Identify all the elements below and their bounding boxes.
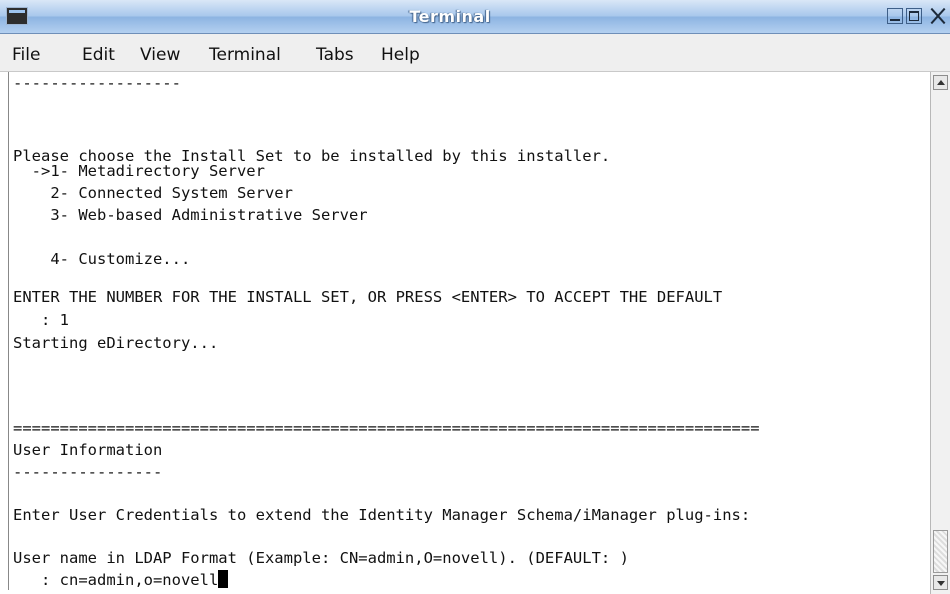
scroll-thumb[interactable] — [933, 530, 948, 573]
terminal-line: : 1 — [13, 311, 69, 329]
menu-file[interactable]: File — [12, 45, 40, 65]
menu-help[interactable]: Help — [381, 45, 420, 65]
terminal-line: User Information — [13, 441, 163, 459]
terminal-line: Enter User Credentials to extend the Ide… — [13, 506, 751, 524]
terminal-line: 2- Connected System Server — [13, 184, 293, 202]
close-icon[interactable] — [926, 7, 950, 25]
scroll-down-arrow-icon[interactable] — [933, 575, 948, 590]
terminal-line: ->1- Metadirectory Server — [13, 162, 265, 180]
vertical-scrollbar[interactable] — [930, 72, 950, 594]
terminal-line: User name in LDAP Format (Example: CN=ad… — [13, 549, 629, 567]
window-title: Terminal — [409, 7, 491, 26]
terminal-line: ---------------- — [13, 463, 163, 481]
terminal-line: ENTER THE NUMBER FOR THE INSTALL SET, OR… — [13, 288, 723, 306]
terminal-line: 3- Web-based Administrative Server — [13, 206, 368, 224]
menu-bar: File Edit View Terminal Tabs Help — [0, 34, 950, 72]
scroll-up-arrow-icon[interactable] — [933, 75, 948, 90]
terminal-line: ------------------ — [13, 74, 181, 92]
menu-tabs[interactable]: Tabs — [316, 45, 354, 65]
minimize-icon[interactable] — [887, 8, 903, 24]
maximize-icon[interactable] — [906, 8, 922, 24]
text-cursor — [218, 570, 229, 588]
terminal-line: 4- Customize... — [13, 250, 191, 268]
terminal-input-line[interactable]: : cn=admin,o=novell — [13, 569, 229, 590]
terminal-line: Starting eDirectory... — [13, 334, 219, 352]
terminal-output[interactable]: ------------------ Please choose the Ins… — [8, 72, 930, 590]
window-titlebar[interactable]: Terminal — [0, 0, 950, 34]
menu-terminal[interactable]: Terminal — [209, 45, 281, 65]
menu-view[interactable]: View — [140, 45, 180, 65]
terminal-input-text: : cn=admin,o=novell — [13, 571, 219, 589]
menu-edit[interactable]: Edit — [82, 45, 115, 65]
terminal-line: ========================================… — [13, 419, 760, 437]
